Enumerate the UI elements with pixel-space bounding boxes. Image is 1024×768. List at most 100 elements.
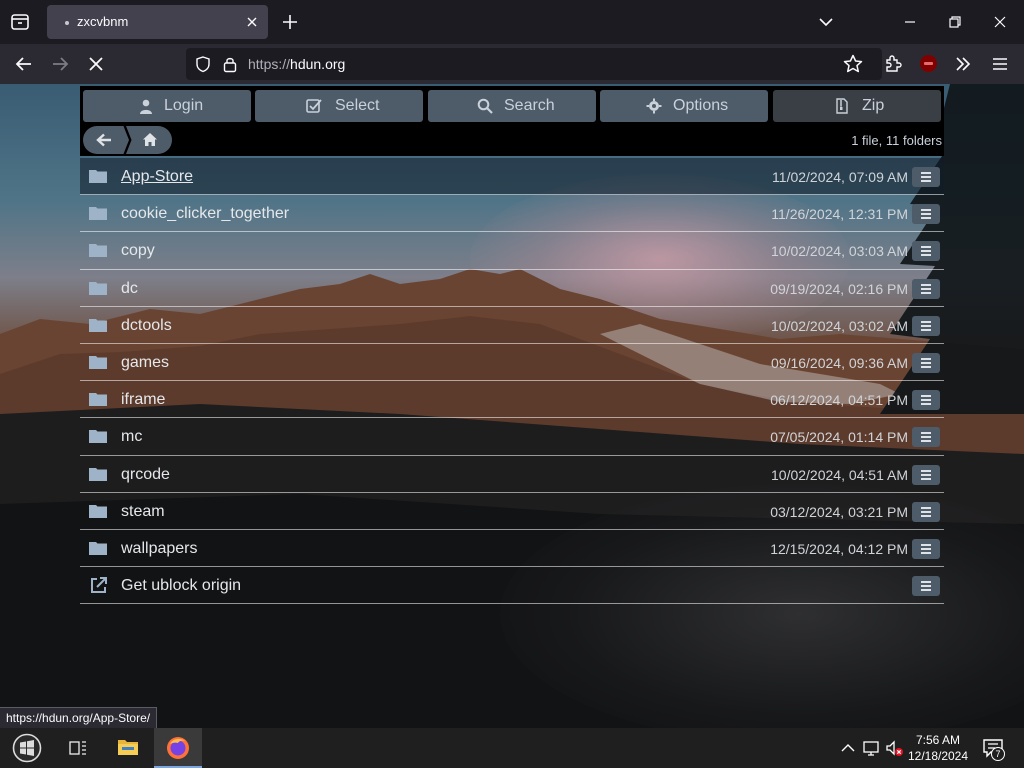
item-name[interactable]: Get ublock origin (121, 577, 241, 595)
folder-icon (89, 355, 107, 369)
network-icon[interactable] (861, 738, 881, 758)
minimize-icon[interactable] (900, 12, 920, 32)
system-clock[interactable]: 7:56 AM 12/18/2024 (900, 732, 976, 764)
options-button[interactable]: Options (600, 90, 768, 122)
close-tab-icon[interactable] (244, 14, 260, 30)
url-scheme: https:// (248, 56, 291, 72)
zip-button[interactable]: Zip (773, 90, 941, 122)
hamburger-menu-icon[interactable] (988, 52, 1012, 76)
action-center-button[interactable]: 7 (982, 738, 1006, 761)
extensions-puzzle-icon[interactable] (881, 52, 905, 76)
checkbox-icon (306, 99, 322, 113)
item-name[interactable]: dctools (121, 317, 172, 335)
link-status-tooltip: https://hdun.org/App-Store/ (0, 707, 158, 729)
item-name[interactable]: cookie_clicker_together (121, 205, 289, 223)
item-name[interactable]: App-Store (121, 168, 193, 186)
folder-icon (89, 170, 107, 183)
folder-icon (89, 467, 107, 481)
folder-row[interactable]: mc 07/05/2024, 01:14 PM (80, 418, 944, 456)
firefox-taskbar-button[interactable] (154, 728, 202, 768)
stop-loading-icon[interactable] (84, 52, 108, 76)
clock-date: 12/18/2024 (907, 749, 969, 763)
url-host: hdun.org (290, 56, 346, 72)
home-icon (143, 133, 157, 146)
folder-row[interactable]: App-Store 11/02/2024, 07:09 AM (80, 158, 944, 196)
page-viewport: Login Select Search Options Zip 1 file, … (0, 84, 1024, 728)
item-name[interactable]: iframe (121, 391, 165, 409)
home-button[interactable] (126, 126, 172, 154)
address-bar[interactable]: https://hdun.org (186, 48, 882, 80)
task-view-button[interactable] (54, 728, 102, 768)
item-menu-button[interactable] (912, 427, 940, 448)
folder-row[interactable]: games 09/16/2024, 09:36 AM (80, 344, 944, 382)
search-button[interactable]: Search (428, 90, 596, 122)
forward-arrow-icon[interactable] (48, 52, 72, 76)
folder-row[interactable]: dc 09/19/2024, 02:16 PM (80, 270, 944, 307)
item-menu-button[interactable] (912, 390, 940, 411)
zip-label: Zip (862, 97, 885, 114)
tab-title: zxcvbnm (77, 14, 129, 29)
file-explorer-taskbar-button[interactable] (104, 728, 152, 768)
item-name[interactable]: games (121, 354, 169, 372)
item-menu-button[interactable] (912, 278, 940, 299)
url-text[interactable]: https://hdun.org (248, 56, 345, 72)
item-date: 09/16/2024, 09:36 AM (771, 354, 908, 371)
folder-icon (89, 207, 107, 221)
ublock-origin-icon[interactable] (920, 55, 937, 72)
windows-logo-icon (12, 733, 42, 763)
item-name[interactable]: mc (121, 428, 142, 446)
folder-row[interactable]: wallpapers 12/15/2024, 04:12 PM (80, 530, 944, 568)
task-view-icon (69, 741, 86, 755)
tab-list-button[interactable] (8, 10, 32, 34)
item-menu-button[interactable] (912, 167, 940, 187)
select-label: Select (335, 97, 380, 114)
folder-back-button[interactable] (83, 126, 129, 154)
item-menu-button[interactable] (912, 501, 940, 522)
search-label: Search (504, 97, 555, 114)
lock-icon[interactable] (222, 55, 238, 73)
notification-count-badge: 7 (991, 747, 1005, 761)
folder-icon (89, 541, 107, 555)
folder-icon (89, 504, 107, 518)
list-all-tabs-icon[interactable] (816, 12, 836, 32)
link-row[interactable]: Get ublock origin (80, 567, 944, 605)
tab-active[interactable]: zxcvbnm (47, 5, 268, 39)
arrow-left-icon (96, 133, 111, 147)
breadcrumb-nav (83, 126, 172, 154)
item-name[interactable]: wallpapers (121, 540, 197, 558)
back-arrow-icon[interactable] (12, 52, 36, 76)
search-icon (477, 98, 493, 114)
item-menu-button[interactable] (912, 204, 940, 225)
item-name[interactable]: copy (121, 242, 155, 260)
file-manager-toolbar: Login Select Search Options Zip 1 file, … (80, 86, 944, 156)
item-menu-button[interactable] (912, 576, 940, 597)
more-tools-chevrons-icon[interactable] (951, 52, 975, 76)
item-menu-button[interactable] (912, 241, 940, 262)
item-menu-button[interactable] (912, 464, 940, 485)
restore-icon[interactable] (945, 12, 965, 32)
folder-row[interactable]: steam 03/12/2024, 03:21 PM (80, 493, 944, 530)
folder-row[interactable]: copy 10/02/2024, 03:03 AM (80, 232, 944, 270)
folder-row[interactable]: dctools 10/02/2024, 03:02 AM (80, 307, 944, 344)
clock-time: 7:56 AM (915, 733, 961, 747)
bookmark-star-icon[interactable] (841, 52, 865, 76)
item-menu-button[interactable] (912, 352, 940, 373)
item-name[interactable]: dc (121, 280, 138, 298)
login-button[interactable]: Login (83, 90, 251, 122)
folder-row[interactable]: iframe 06/12/2024, 04:51 PM (80, 381, 944, 419)
select-button[interactable]: Select (255, 90, 423, 122)
new-tab-button[interactable] (280, 12, 300, 32)
folder-row[interactable]: cookie_clicker_together 11/26/2024, 12:31… (80, 195, 944, 233)
shield-icon[interactable] (194, 55, 212, 73)
item-menu-button[interactable] (912, 315, 940, 336)
show-hidden-icons-chevron-icon[interactable] (838, 738, 858, 758)
folder-icon (89, 430, 107, 444)
item-name[interactable]: steam (121, 503, 165, 521)
folder-row[interactable]: qrcode 10/02/2024, 04:51 AM (80, 456, 944, 493)
item-date: 11/26/2024, 12:31 PM (771, 206, 908, 223)
item-name[interactable]: qrcode (121, 466, 170, 484)
window-close-icon[interactable] (990, 12, 1010, 32)
item-menu-button[interactable] (912, 538, 940, 559)
user-icon (140, 99, 152, 114)
start-button[interactable] (4, 728, 52, 768)
